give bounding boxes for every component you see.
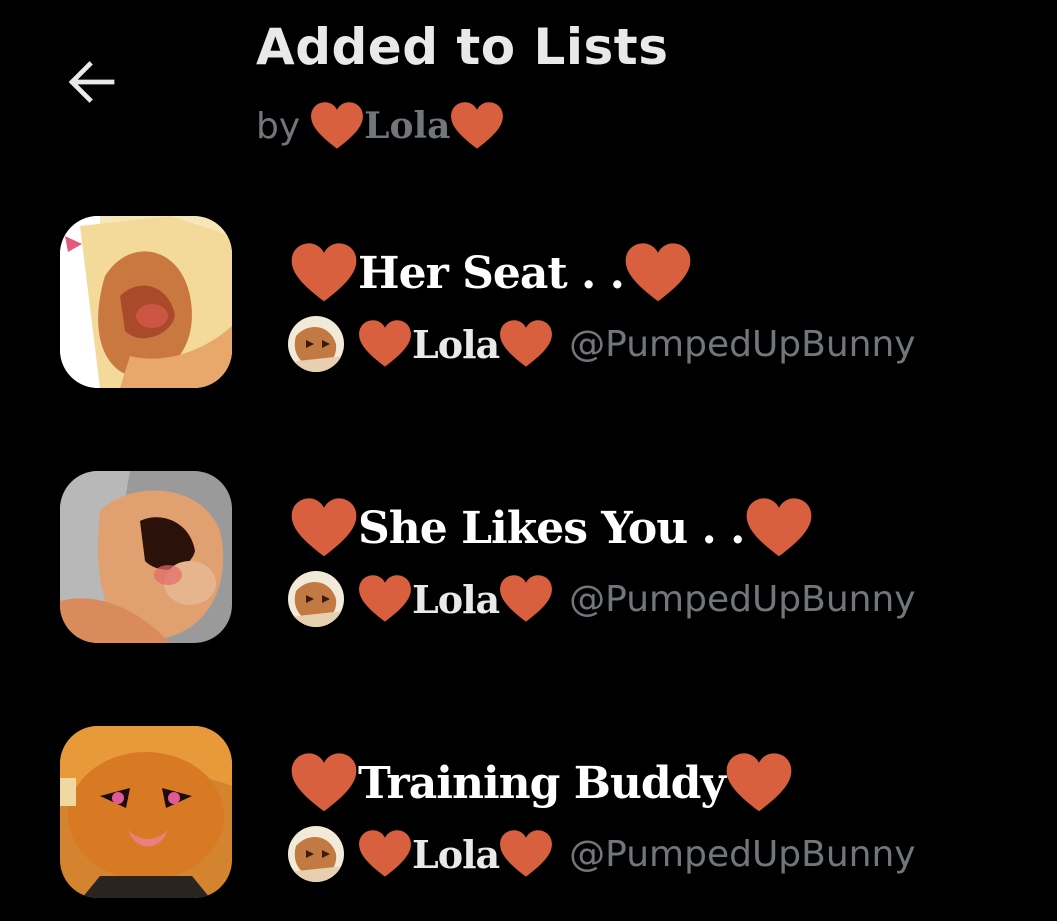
list-name: Training Buddy <box>290 750 793 816</box>
heart-icon <box>726 753 792 812</box>
avatar <box>288 316 344 372</box>
page-subtitle[interactable]: by Lola <box>256 98 504 154</box>
list-name: Her Seat . . <box>290 240 692 306</box>
heart-icon <box>359 575 411 622</box>
heart-icon <box>291 243 357 302</box>
owner-handle: @PumpedUpBunny <box>569 578 916 620</box>
owner-handle: @PumpedUpBunny <box>569 323 916 365</box>
header: Added to Lists by Lola <box>0 0 1057 170</box>
list-thumbnail <box>60 471 232 643</box>
page-title: Added to Lists <box>256 18 669 76</box>
avatar <box>288 571 344 627</box>
heart-icon <box>500 830 553 877</box>
avatar <box>288 826 344 882</box>
heart-icon <box>451 102 504 149</box>
list-item[interactable]: Her Seat . . Lola @PumpedUpBunny <box>0 200 1057 455</box>
heart-icon <box>311 102 364 149</box>
heart-icon <box>359 830 411 877</box>
list-thumbnail <box>60 726 232 898</box>
list-item[interactable]: She Likes You . . Lola @PumpedUpBunny <box>0 455 1057 710</box>
heart-icon <box>359 320 411 367</box>
list-item[interactable]: Training Buddy Lola @PumpedUpBunny <box>0 710 1057 921</box>
heart-icon <box>625 243 691 302</box>
heart-icon <box>291 498 357 557</box>
heart-icon <box>746 498 811 557</box>
arrow-left-icon <box>68 61 115 103</box>
lists-container: Her Seat . . Lola @PumpedUpBunny She Lik… <box>0 200 1057 921</box>
list-owner: Lola @PumpedUpBunny <box>288 826 916 882</box>
heart-icon <box>500 320 553 367</box>
list-owner: Lola @PumpedUpBunny <box>288 571 916 627</box>
by-label: by <box>256 105 301 147</box>
owner-handle: @PumpedUpBunny <box>569 833 916 875</box>
back-button[interactable] <box>56 46 128 118</box>
list-owner: Lola @PumpedUpBunny <box>288 316 916 372</box>
list-name: She Likes You . . <box>290 495 813 561</box>
heart-icon <box>291 753 357 812</box>
list-thumbnail <box>60 216 232 388</box>
heart-icon <box>500 575 553 622</box>
owner-name: Lola <box>364 105 451 147</box>
